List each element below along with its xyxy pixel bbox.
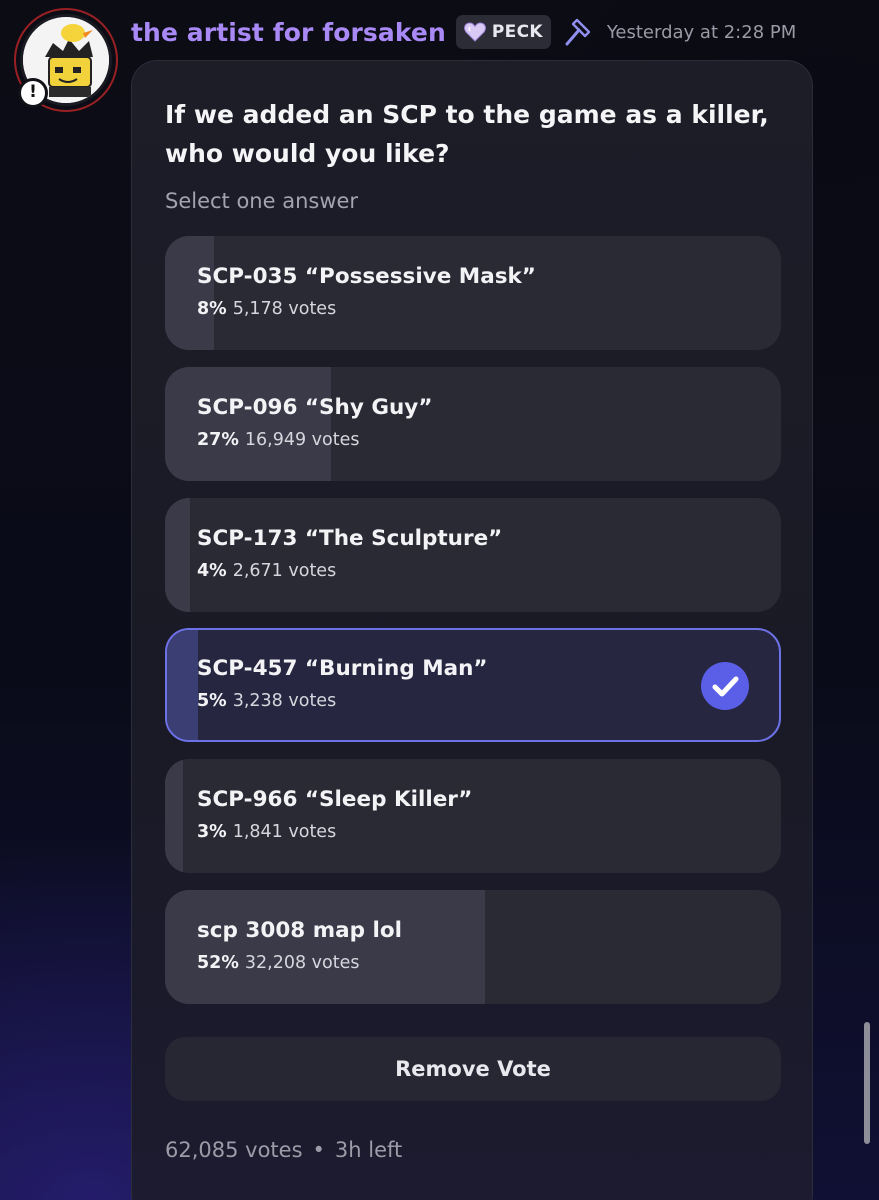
poll-option-votes: 3,238 votes — [232, 691, 337, 711]
hammer-icon[interactable] — [563, 16, 595, 48]
poll-option-stats: 52% 32,208 votes — [197, 953, 360, 973]
server-tag-badge[interactable]: PECK — [455, 15, 551, 49]
poll-option[interactable]: SCP-035 “Possessive Mask” 8% 5,178 votes — [165, 236, 781, 350]
poll-option-label: SCP-966 “Sleep Killer” — [197, 787, 473, 812]
poll-option-stats: 27% 16,949 votes — [197, 430, 360, 450]
poll-option-label: SCP-035 “Possessive Mask” — [197, 264, 536, 289]
poll-option-votes: 1,841 votes — [232, 822, 337, 842]
poll-option-percent: 8% — [197, 299, 227, 319]
poll-option-label: SCP-096 “Shy Guy” — [197, 395, 433, 420]
poll-option-percent: 3% — [197, 822, 227, 842]
poll-option-result-bar — [165, 367, 332, 481]
poll-option-stats: 5% 3,238 votes — [197, 691, 336, 711]
discord-message-view: ! the artist for forsaken PECK Yesterday… — [0, 0, 879, 1200]
poll-question: If we added an SCP to the game as a kill… — [165, 100, 769, 168]
poll-option-result-bar — [165, 498, 190, 612]
scrollbar-thumb[interactable] — [864, 1022, 870, 1144]
poll-card: If we added an SCP to the game as a kill… — [131, 60, 813, 1200]
message-header: the artist for forsaken PECK Yesterday a… — [131, 12, 796, 52]
poll-option-votes: 2,671 votes — [232, 561, 337, 581]
poll-option-votes: 5,178 votes — [232, 299, 337, 319]
poll-footer: 62,085 votes • 3h left — [165, 1138, 402, 1162]
poll-option-stats: 8% 5,178 votes — [197, 299, 336, 319]
poll-option-votes: 32,208 votes — [244, 953, 360, 973]
heart-icon — [464, 22, 486, 42]
avatar-status-badge: ! — [18, 78, 48, 108]
server-tag-label: PECK — [491, 22, 543, 42]
poll-option-result-bar — [165, 890, 486, 1004]
poll-option-percent: 5% — [197, 691, 227, 711]
poll-option-label: SCP-173 “The Sculpture” — [197, 526, 503, 551]
poll-option[interactable]: SCP-173 “The Sculpture” 4% 2,671 votes — [165, 498, 781, 612]
poll-option-result-bar — [167, 630, 198, 740]
checkmark-icon — [701, 662, 749, 710]
poll-option-percent: 4% — [197, 561, 227, 581]
poll-option-selected[interactable]: SCP-457 “Burning Man” 5% 3,238 votes — [165, 628, 781, 742]
username[interactable]: the artist for forsaken — [131, 18, 446, 47]
poll-option-result-bar — [165, 759, 184, 873]
poll-option[interactable]: SCP-966 “Sleep Killer” 3% 1,841 votes — [165, 759, 781, 873]
poll-time-left: 3h left — [334, 1138, 403, 1162]
poll-option-label: scp 3008 map lol — [197, 918, 403, 943]
message-timestamp: Yesterday at 2:28 PM — [606, 21, 797, 43]
poll-instructions: Select one answer — [165, 189, 359, 213]
poll-total-votes: 62,085 votes — [165, 1138, 303, 1162]
poll-option-votes: 16,949 votes — [244, 430, 360, 450]
poll-option-percent: 52% — [197, 953, 239, 973]
poll-option-stats: 4% 2,671 votes — [197, 561, 336, 581]
poll-option-stats: 3% 1,841 votes — [197, 822, 336, 842]
remove-vote-button[interactable]: Remove Vote — [165, 1037, 781, 1101]
poll-option-label: SCP-457 “Burning Man” — [197, 656, 488, 681]
poll-option[interactable]: scp 3008 map lol 52% 32,208 votes — [165, 890, 781, 1004]
footer-separator: • — [312, 1138, 325, 1162]
poll-option-result-bar — [165, 236, 215, 350]
poll-option-percent: 27% — [197, 430, 239, 450]
poll-option[interactable]: SCP-096 “Shy Guy” 27% 16,949 votes — [165, 367, 781, 481]
